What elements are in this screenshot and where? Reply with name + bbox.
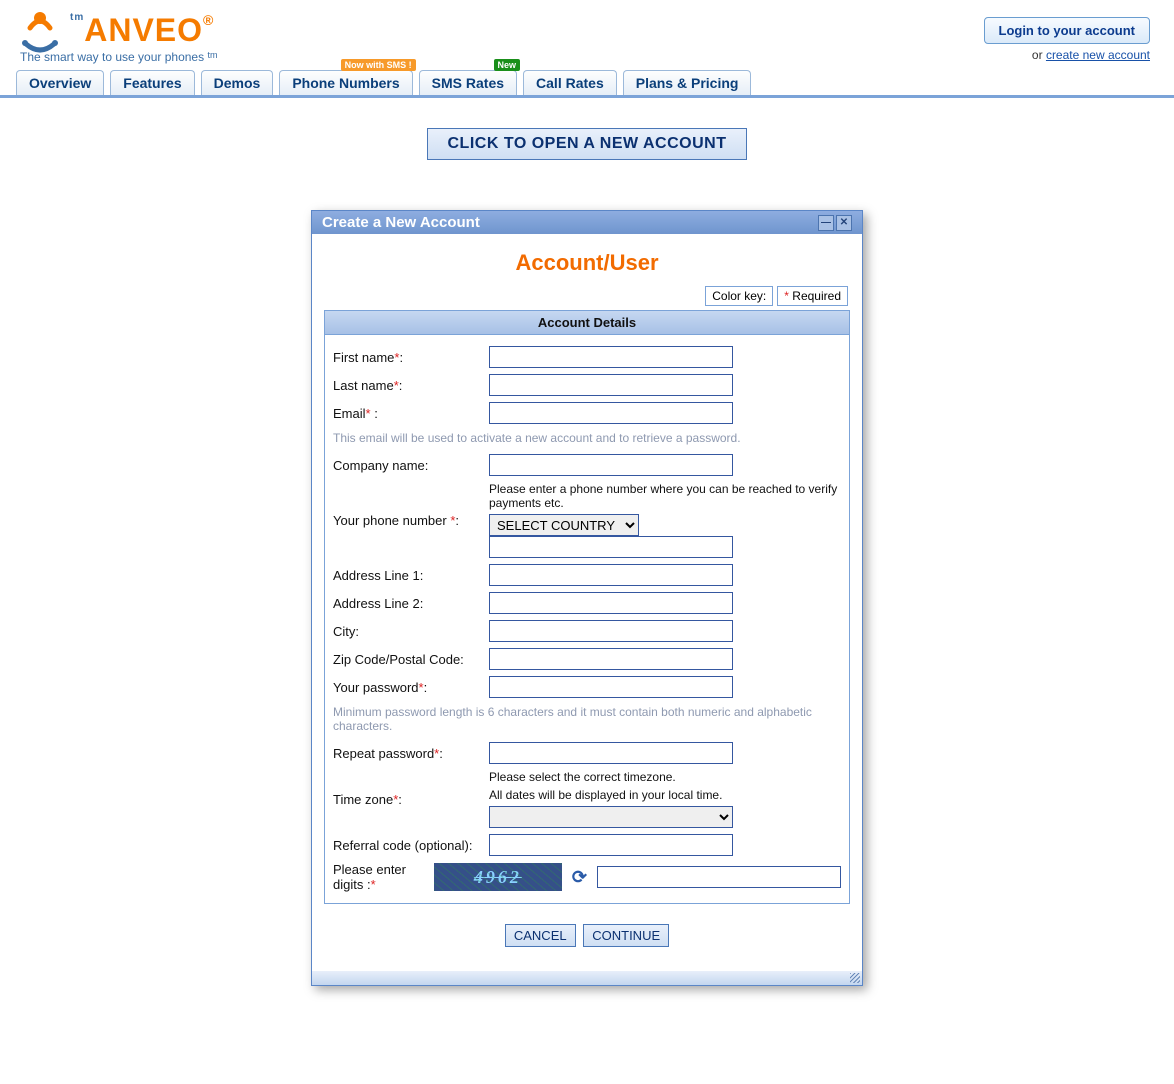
first-name-input[interactable]: [489, 346, 733, 368]
label-addr1: Address Line 1:: [333, 568, 489, 583]
addr1-input[interactable]: [489, 564, 733, 586]
badge-new: New: [494, 59, 521, 71]
phone-note: Please enter a phone number where you ca…: [489, 482, 841, 510]
addr2-input[interactable]: [489, 592, 733, 614]
password-hint: Minimum password length is 6 characters …: [333, 701, 841, 739]
tab-sms-rates[interactable]: SMS Rates New: [419, 70, 517, 95]
label-company: Company name:: [333, 458, 489, 473]
continue-button[interactable]: CONTINUE: [583, 924, 669, 947]
referral-input[interactable]: [489, 834, 733, 856]
label-email: Email* :: [333, 406, 489, 421]
timezone-select[interactable]: [489, 806, 733, 828]
create-account-modal: Create a New Account — ✕ Account/User Co…: [311, 210, 863, 986]
cancel-button[interactable]: CANCEL: [505, 924, 576, 947]
phone-input[interactable]: [489, 536, 733, 558]
label-city: City:: [333, 624, 489, 639]
tz-note1: Please select the correct timezone.: [489, 770, 841, 784]
password-input[interactable]: [489, 676, 733, 698]
repeat-password-input[interactable]: [489, 742, 733, 764]
color-key-required: * Required: [777, 286, 848, 306]
modal-titlebar[interactable]: Create a New Account — ✕: [312, 211, 862, 234]
tab-plans-pricing[interactable]: Plans & Pricing: [623, 70, 752, 95]
label-last-name: Last name*:: [333, 378, 489, 393]
modal-footer: [312, 971, 862, 985]
email-input[interactable]: [489, 402, 733, 424]
label-phone: Your phone number *:: [333, 513, 489, 528]
label-captcha: Please enter digits :*: [333, 862, 434, 892]
label-timezone: Time zone*:: [333, 792, 489, 807]
captcha-image: 4962: [434, 863, 562, 891]
badge-sms: Now with SMS !: [341, 59, 416, 71]
company-input[interactable]: [489, 454, 733, 476]
create-account-link[interactable]: create new account: [1046, 48, 1150, 62]
login-button[interactable]: Login to your account: [984, 17, 1151, 44]
last-name-input[interactable]: [489, 374, 733, 396]
city-input[interactable]: [489, 620, 733, 642]
reload-captcha-icon[interactable]: ⟳: [572, 867, 587, 888]
label-first-name: First name*:: [333, 350, 489, 365]
tab-overview[interactable]: Overview: [16, 70, 104, 95]
modal-title: Create a New Account: [322, 214, 480, 231]
minimize-icon[interactable]: —: [818, 215, 834, 231]
tab-features[interactable]: Features: [110, 70, 194, 95]
email-hint: This email will be used to activate a ne…: [333, 427, 841, 451]
logo-block: tmANVEO® The smart way to use your phone…: [16, 6, 217, 64]
label-password: Your password*:: [333, 680, 489, 695]
tab-demos[interactable]: Demos: [201, 70, 274, 95]
label-repeat-password: Repeat password*:: [333, 746, 489, 761]
section-title: Account/User: [318, 250, 856, 276]
create-account-link-row: or create new account: [984, 48, 1151, 62]
label-addr2: Address Line 2:: [333, 596, 489, 611]
country-select[interactable]: SELECT COUNTRY: [489, 514, 639, 536]
logo-icon: [16, 6, 64, 54]
open-account-button[interactable]: CLICK TO OPEN A NEW ACCOUNT: [427, 128, 748, 160]
main-tabs: Overview Features Demos Phone Numbers No…: [0, 64, 1174, 98]
tab-phone-numbers[interactable]: Phone Numbers Now with SMS !: [279, 70, 412, 95]
tab-call-rates[interactable]: Call Rates: [523, 70, 617, 95]
captcha-input[interactable]: [597, 866, 841, 888]
color-key-label: Color key:: [705, 286, 773, 306]
label-referral: Referral code (optional):: [333, 838, 489, 853]
brand-name: tmANVEO®: [70, 12, 214, 49]
tz-note2: All dates will be displayed in your loca…: [489, 788, 841, 802]
close-icon[interactable]: ✕: [836, 215, 852, 231]
zip-input[interactable]: [489, 648, 733, 670]
label-zip: Zip Code/Postal Code:: [333, 652, 489, 667]
resize-grip-icon[interactable]: [850, 973, 860, 983]
table-header: Account Details: [325, 311, 849, 335]
